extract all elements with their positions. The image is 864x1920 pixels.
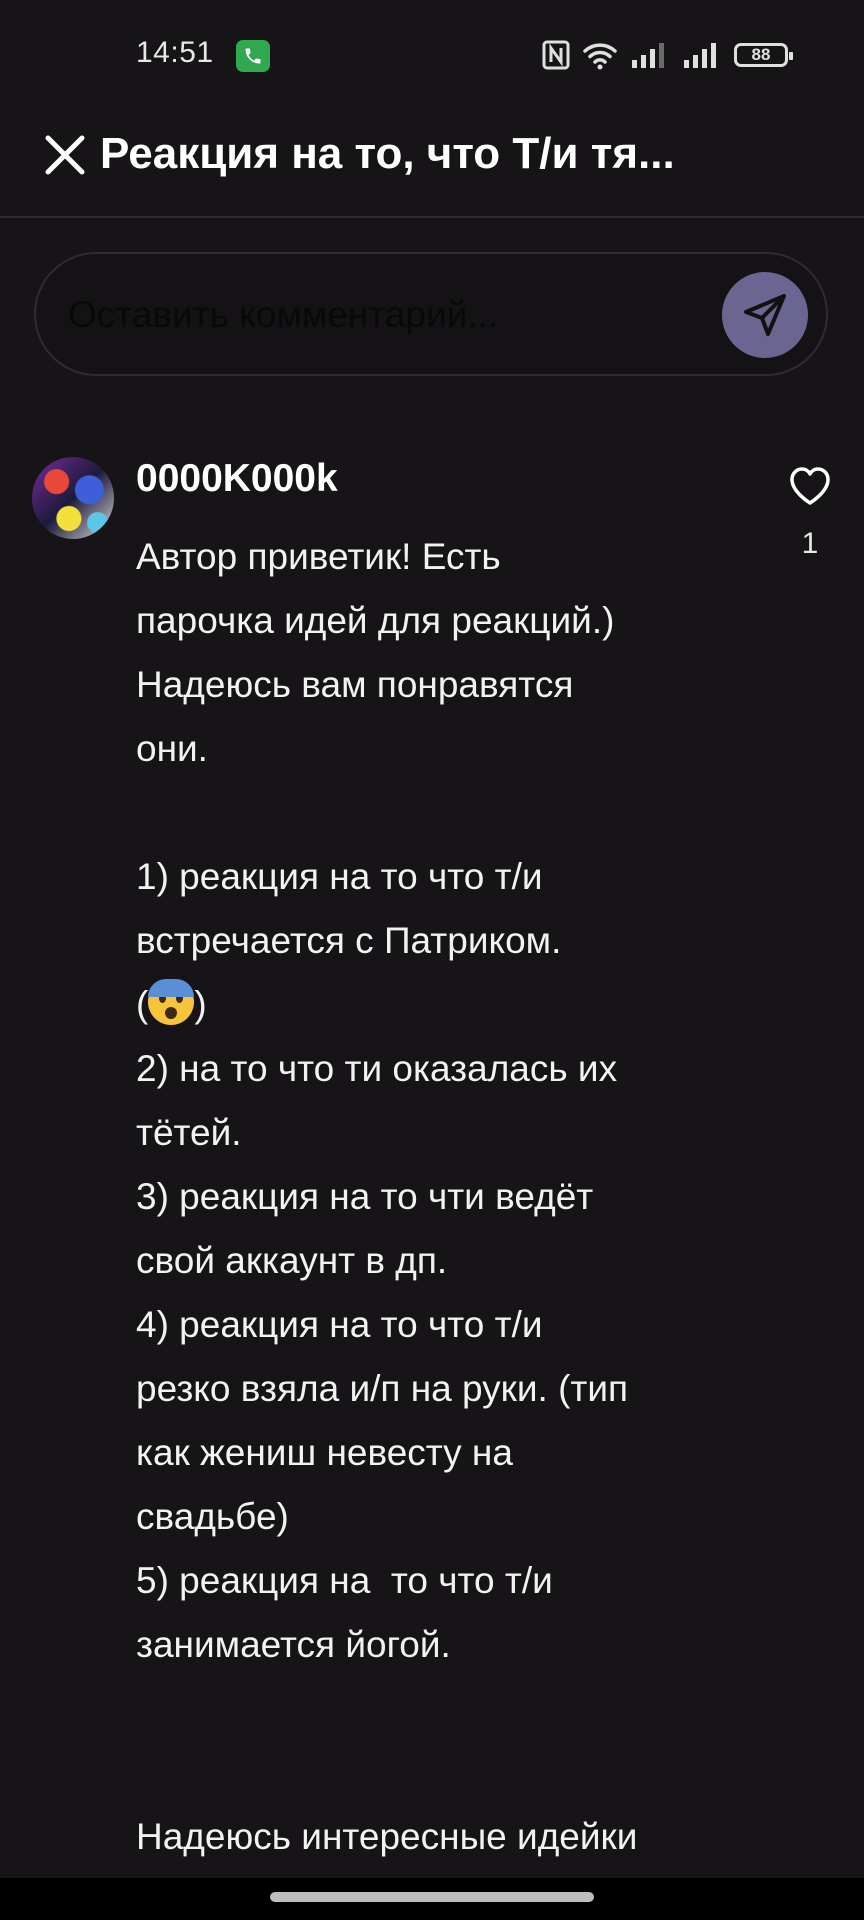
signal-icon [684,43,716,68]
navigation-bar [0,1878,864,1920]
comment-line: 2) на то что ти оказалась их [136,1048,618,1089]
close-icon[interactable] [42,132,88,178]
status-bar: 14:51 88 [0,0,864,110]
home-indicator[interactable] [270,1892,594,1902]
page-title: Реакция на то, что Т/и тя... [100,129,675,178]
comment-line: Надеюсь вам понравятся [136,664,574,705]
comment-line: 5) реакция на то что т/и [136,1560,553,1601]
comment-input-container [34,252,828,376]
avatar[interactable] [32,457,114,539]
comment-line: Надеюсь интересные идейки [136,1816,638,1857]
comment-line: как жениш невесту на [136,1432,513,1473]
fearful-face-emoji [148,979,195,1025]
comment-line: занимается йогой. [136,1624,451,1665]
send-button[interactable] [722,272,808,358]
comment-username[interactable]: 0000K000k [136,457,338,501]
battery-level: 88 [751,45,771,64]
send-icon [744,294,786,336]
comment-line: встречается с Патриком. [136,920,562,961]
status-icons: 88 [542,38,793,72]
comment-input[interactable] [66,282,710,348]
comment-line: резко взяла и/п на руки. (тип [136,1368,629,1409]
comment-line: тётей. [136,1112,242,1153]
comment-line [136,781,756,845]
comment-line: они. [136,728,208,769]
comment-line [136,1741,756,1805]
comment-line-emoji: () [136,973,756,1037]
emoji-open-paren: ( [136,984,149,1025]
signal-icon [632,43,664,68]
emoji-close-paren: ) [194,984,207,1025]
comment-line: свадьбе) [136,1496,289,1537]
nfc-icon [542,40,570,70]
like-count: 1 [801,527,819,560]
comment-line: 4) реакция на то что т/и [136,1304,543,1345]
battery-icon: 88 [734,43,793,67]
heart-icon[interactable] [788,465,832,507]
header: Реакция на то, что Т/и тя... [0,110,864,218]
comment-line: парочка идей для реакций.) [136,600,615,641]
wifi-icon [583,43,617,70]
comment-line: Автор приветик! Есть [136,536,501,577]
comment-line [136,1677,756,1741]
comment-line: 3) реакция на то чти ведёт [136,1176,594,1217]
comments-screen: 14:51 88 Реакция на то, что Т/и тя... Ос… [0,0,864,1920]
status-time: 14:51 [136,36,214,69]
comment-line: 1) реакция на то что т/и [136,856,543,897]
comment-line: свой аккаунт в дп. [136,1240,448,1281]
comment-text: Автор приветик! Есть парочка идей для ре… [136,525,756,1869]
call-icon [236,40,270,72]
